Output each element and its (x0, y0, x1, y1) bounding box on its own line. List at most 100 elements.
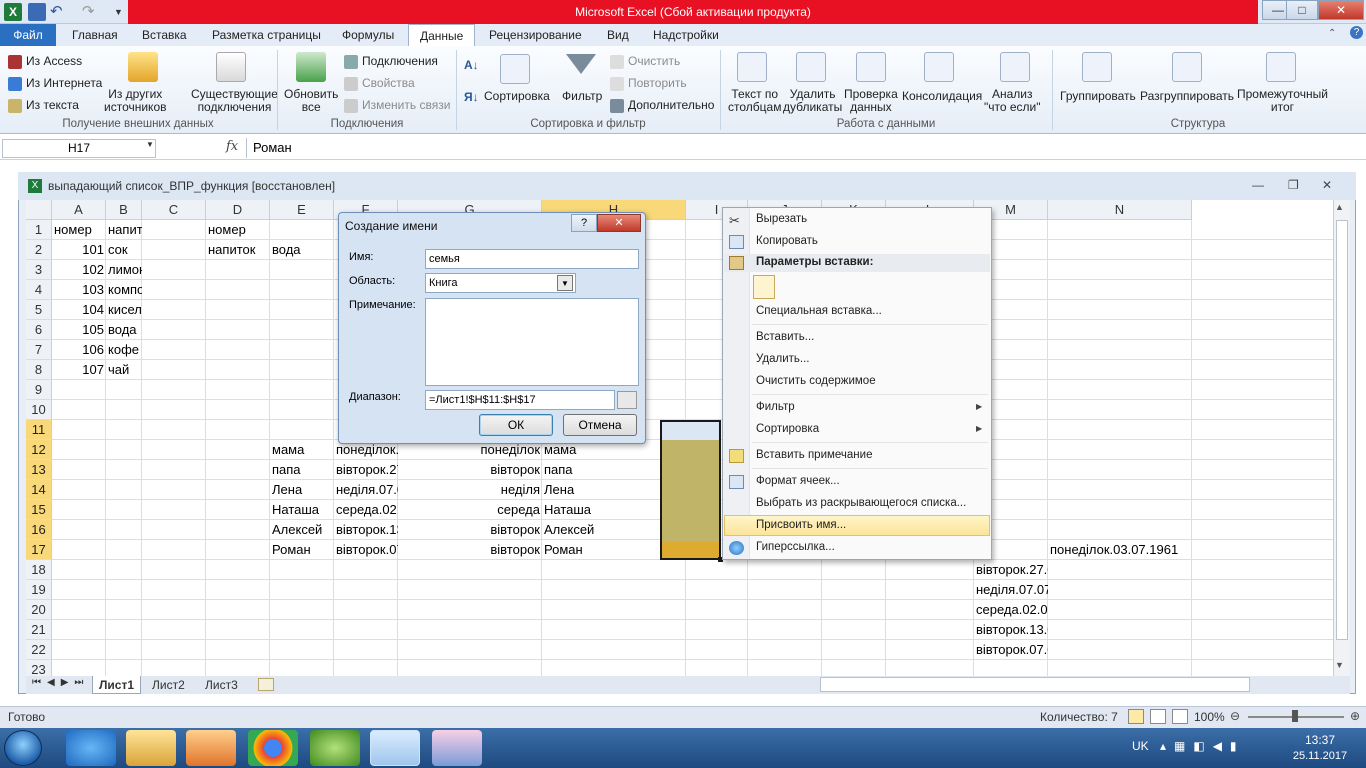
green-app-icon[interactable] (310, 730, 360, 766)
properties-button[interactable]: Свойства (344, 76, 415, 91)
what-if-button[interactable]: Анализ "что если" (984, 88, 1041, 114)
range-input[interactable]: =Лист1!$H$11:$H$17 (425, 390, 615, 410)
tab-formulas[interactable]: Формулы (336, 24, 400, 46)
redo-icon[interactable]: ↷ (82, 3, 100, 21)
cell-b6[interactable]: вода (106, 320, 142, 340)
column-header-b[interactable]: B (106, 200, 142, 220)
cell-h17[interactable]: Роман (542, 540, 686, 560)
column-header-n[interactable]: N (1048, 200, 1192, 220)
tab-insert[interactable]: Вставка (136, 24, 193, 46)
row-header-15[interactable]: 15 (26, 500, 52, 520)
cell-a1[interactable]: номер (52, 220, 106, 240)
row-header-17[interactable]: 17 (26, 540, 52, 560)
undo-icon[interactable]: ↶ (50, 3, 68, 21)
tab-addins[interactable]: Надстройки (647, 24, 725, 46)
formula-input[interactable]: Роман (246, 138, 1350, 158)
cell-f14[interactable]: неділя.07.07.1985 (334, 480, 398, 500)
explorer-icon[interactable] (126, 730, 176, 766)
from-web-button[interactable]: Из Интернета (8, 76, 102, 91)
start-button[interactable] (4, 730, 42, 766)
cell-m19[interactable]: неділя.07.07.1985 (974, 580, 1048, 600)
from-text-button[interactable]: Из текста (8, 98, 79, 113)
row-header-16[interactable]: 16 (26, 520, 52, 540)
menu-pick-from-list[interactable]: Выбрать из раскрывающегося списка... (756, 497, 966, 509)
menu-delete[interactable]: Удалить... (756, 353, 810, 365)
tab-file[interactable]: Файл (0, 24, 56, 46)
cell-g16[interactable]: вівторок (398, 520, 542, 540)
namebox-dropdown-icon[interactable]: ▼ (146, 140, 154, 149)
chrome-icon[interactable] (248, 730, 298, 766)
cell-b3[interactable]: лимонад (106, 260, 142, 280)
column-header-a[interactable]: A (52, 200, 106, 220)
cell-h14[interactable]: Лена (542, 480, 686, 500)
cell-a8[interactable]: 107 (52, 360, 106, 380)
menu-format-cells[interactable]: Формат ячеек... (756, 475, 840, 487)
maximize-button[interactable]: □ (1286, 0, 1318, 20)
wb-close-icon[interactable]: ✕ (1322, 178, 1332, 192)
scope-select[interactable]: Книга (425, 273, 576, 293)
row-header-21[interactable]: 21 (26, 620, 52, 640)
menu-copy[interactable]: Копировать (756, 235, 818, 247)
help-icon[interactable]: ? (1350, 26, 1363, 39)
tab-review[interactable]: Рецензирование (483, 24, 588, 46)
menu-sort[interactable]: Сортировка (756, 423, 819, 435)
row-header-22[interactable]: 22 (26, 640, 52, 660)
cell-e12[interactable]: мама (270, 440, 334, 460)
cell-g13[interactable]: вівторок (398, 460, 542, 480)
row-header-9[interactable]: 9 (26, 380, 52, 400)
row-header-14[interactable]: 14 (26, 480, 52, 500)
page-layout-view-icon[interactable] (1150, 709, 1166, 724)
wb-minimize-icon[interactable]: — (1252, 178, 1264, 192)
cell-m22[interactable]: вівторок.07.06.1988 (974, 640, 1048, 660)
dialog-help-button[interactable]: ? (571, 214, 597, 232)
tab-page-layout[interactable]: Разметка страницы (206, 24, 327, 46)
advanced-filter-button[interactable]: Дополнительно (610, 98, 714, 113)
row-header-3[interactable]: 3 (26, 260, 52, 280)
insert-function-icon[interactable]: fx (226, 139, 238, 154)
cell-b4[interactable]: компот (106, 280, 142, 300)
wb-restore-icon[interactable]: ❐ (1288, 178, 1299, 192)
comment-textarea[interactable] (425, 298, 639, 386)
save-icon[interactable] (28, 3, 46, 21)
cell-e16[interactable]: Алексей (270, 520, 334, 540)
name-input[interactable]: семья (425, 249, 639, 269)
cell-b7[interactable]: кофе (106, 340, 142, 360)
cell-e15[interactable]: Наташа (270, 500, 334, 520)
cell-d1[interactable]: номер (206, 220, 270, 240)
cell-a5[interactable]: 104 (52, 300, 106, 320)
row-header-13[interactable]: 13 (26, 460, 52, 480)
sheet-tab-3[interactable]: Лист3 (199, 676, 244, 694)
sheet-tab-2[interactable]: Лист2 (146, 676, 191, 694)
menu-cut[interactable]: Вырезать (756, 213, 807, 225)
existing-connections-button[interactable]: Существующие подключения (191, 88, 278, 114)
menu-clear-contents[interactable]: Очистить содержимое (756, 375, 876, 387)
cell-a3[interactable]: 102 (52, 260, 106, 280)
menu-define-name[interactable]: Присвоить имя... (756, 519, 846, 531)
clock-date[interactable]: 25.11.2017 (1278, 750, 1362, 762)
name-box[interactable]: H17 (2, 139, 156, 158)
cell-g15[interactable]: середа (398, 500, 542, 520)
group-button[interactable]: Группировать (1060, 89, 1136, 103)
cell-a7[interactable]: 106 (52, 340, 106, 360)
row-header-11[interactable]: 11 (26, 420, 52, 440)
cell-h16[interactable]: Алексей (542, 520, 686, 540)
menu-insert-comment[interactable]: Вставить примечание (756, 449, 872, 461)
refresh-all-button[interactable]: Обновить все (284, 88, 338, 114)
cell-e13[interactable]: папа (270, 460, 334, 480)
cell-b1[interactable]: напиток (106, 220, 142, 240)
filter-button[interactable]: Фильтр (562, 89, 602, 103)
cell-h15[interactable]: Наташа (542, 500, 686, 520)
sort-az-icon[interactable]: А↓ (464, 58, 479, 72)
close-button[interactable]: ✕ (1318, 0, 1364, 20)
cell-b5[interactable]: кисель (106, 300, 142, 320)
tab-data[interactable]: Данные (408, 24, 476, 47)
menu-insert[interactable]: Вставить... (756, 331, 814, 343)
media-player-icon[interactable] (186, 730, 236, 766)
zoom-level[interactable]: 100% (1194, 710, 1225, 724)
row-header-19[interactable]: 19 (26, 580, 52, 600)
cell-h13[interactable]: папа (542, 460, 686, 480)
row-header-7[interactable]: 7 (26, 340, 52, 360)
cell-m18[interactable]: вівторок.27.06.1961 (974, 560, 1048, 580)
cell-a2[interactable]: 101 (52, 240, 106, 260)
row-header-2[interactable]: 2 (26, 240, 52, 260)
